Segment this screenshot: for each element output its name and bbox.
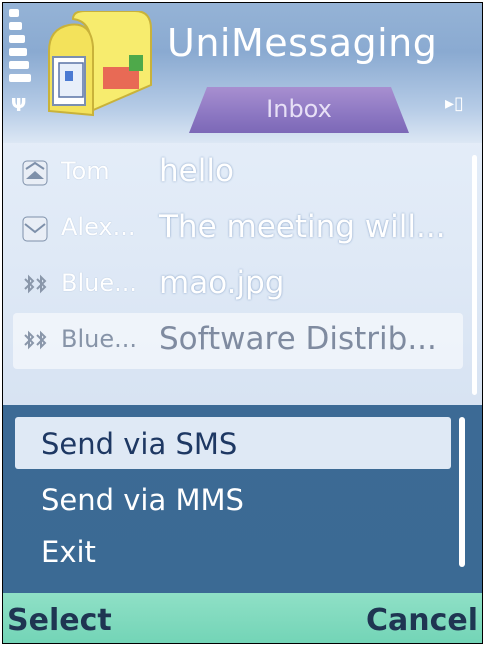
message-sender: Tom	[61, 157, 110, 185]
battery-icon: ▸▯	[445, 93, 464, 114]
message-sender: Blue...	[61, 269, 137, 297]
signal-strength-icon	[9, 9, 35, 95]
list-item[interactable]: Blue... mao.jpg	[13, 257, 463, 313]
menu-item-label: Send via MMS	[41, 483, 244, 517]
menu-item-label: Send via SMS	[41, 427, 238, 461]
menu-scrollbar[interactable]	[459, 417, 465, 567]
menu-item-label: Exit	[41, 535, 96, 569]
menu-item-send-via-sms[interactable]: Send via SMS	[15, 417, 451, 469]
list-item[interactable]: Tom hello	[13, 145, 463, 201]
message-sender: Alex...	[61, 213, 136, 241]
list-scrollbar[interactable]	[472, 155, 477, 395]
list-item[interactable]: Alex... The meeting will...	[13, 201, 463, 257]
envelope-icon	[22, 216, 48, 242]
message-subject: The meeting will...	[159, 209, 446, 245]
message-subject: mao.jpg	[159, 265, 285, 301]
message-list: Tom hello Alex... The meeting will... Bl…	[13, 145, 463, 369]
tab-inbox-label: Inbox	[266, 95, 332, 123]
select-softkey[interactable]: Select	[7, 603, 112, 638]
menu-item-send-via-mms[interactable]: Send via MMS	[15, 473, 451, 525]
mailbox-icon	[48, 11, 152, 117]
message-subject: Software Distrib...	[159, 321, 437, 357]
antenna-icon: Ψ	[11, 95, 27, 116]
app-title: UniMessaging	[167, 21, 438, 65]
menu-item-exit[interactable]: Exit	[15, 525, 451, 577]
list-item[interactable]: Blue... Software Distrib...	[13, 313, 463, 369]
envelope-icon	[22, 160, 48, 186]
bluetooth-icon	[24, 274, 47, 294]
message-subject: hello	[159, 153, 234, 189]
bluetooth-icon	[24, 330, 47, 350]
status-header: Ψ UniMessaging Inbox ▸▯	[3, 3, 482, 143]
cancel-softkey[interactable]: Cancel	[366, 603, 478, 638]
softkey-bar: Select Cancel	[3, 593, 482, 643]
message-sender: Blue...	[61, 325, 137, 353]
options-menu: Send via SMS Send via MMS Exit	[3, 405, 482, 593]
phone-screen: Ψ UniMessaging Inbox ▸▯ Tom hello Alex..…	[2, 2, 483, 644]
